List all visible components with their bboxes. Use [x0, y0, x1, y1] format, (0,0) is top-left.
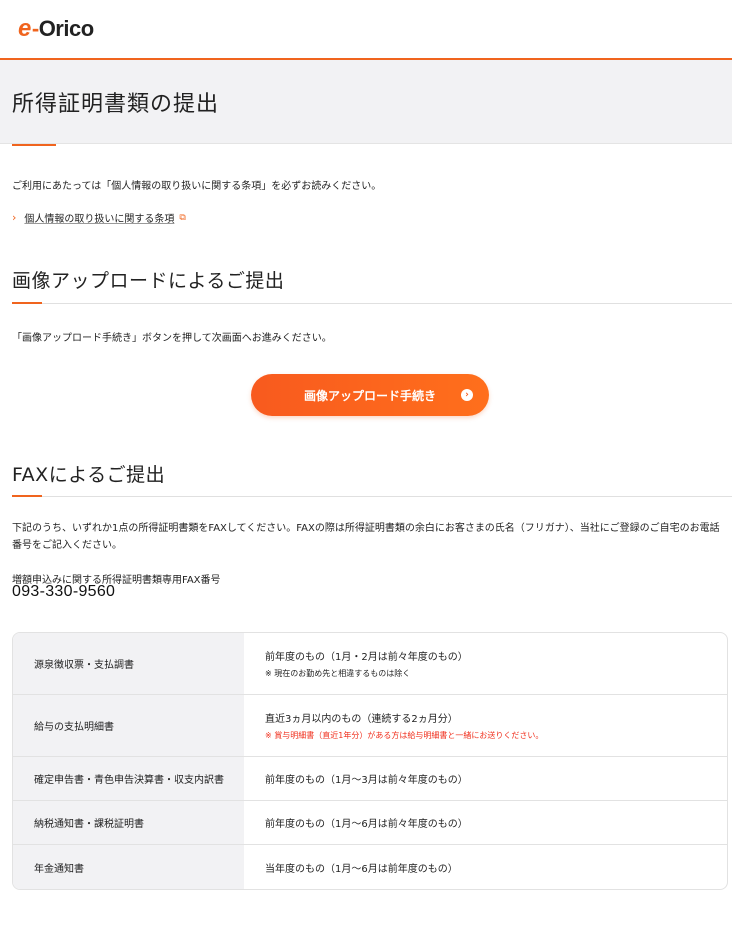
privacy-notice: ご利用にあたっては「個人情報の取り扱いに関する条項」を必ずお読みください。	[12, 181, 382, 192]
document-name: 年金通知書	[13, 845, 244, 889]
document-name: 納税通知書・課税証明書	[13, 801, 244, 844]
document-condition: 前年度のもの（1月・2月は前々年度のもの）	[265, 652, 468, 663]
table-row: 源泉徴収票・支払調書 前年度のもの（1月・2月は前々年度のもの） ※ 現在のお勤…	[13, 633, 727, 695]
upload-section-header: 画像アップロードによるご提出	[12, 266, 732, 293]
document-detail: 前年度のもの（1月・2月は前々年度のもの） ※ 現在のお勤め先と相違するものは除…	[244, 633, 727, 694]
document-condition: 前年度のもの（1月〜6月は前々年度のもの）	[265, 819, 468, 830]
document-detail: 直近3ヵ月以内のもの（連続する2ヵ月分） ※ 賞与明細書（直近1年分）がある方は…	[244, 695, 727, 756]
document-table: 源泉徴収票・支払調書 前年度のもの（1月・2月は前々年度のもの） ※ 現在のお勤…	[12, 632, 728, 890]
document-detail: 当年度のもの（1月〜6月は前年度のもの）	[244, 845, 727, 889]
upload-instruction: 「画像アップロード手続き」ボタンを押して次画面へお進みください。	[12, 333, 332, 344]
table-row: 給与の支払明細書 直近3ヵ月以内のもの（連続する2ヵ月分） ※ 賞与明細書（直近…	[13, 695, 727, 757]
upload-section-heading: 画像アップロードによるご提出	[12, 270, 285, 292]
title-accent-line	[12, 144, 56, 146]
external-link-icon: ⧉	[179, 212, 186, 223]
document-detail: 前年度のもの（1月〜6月は前々年度のもの）	[244, 801, 727, 844]
document-name: 給与の支払明細書	[13, 695, 244, 756]
fax-section-heading: FAXによるご提出	[12, 464, 166, 486]
fax-section-divider	[12, 496, 732, 497]
table-row: 確定申告書・青色申告決算書・収支内訳書 前年度のもの（1月〜3月は前々年度のもの…	[13, 757, 727, 801]
table-row: 納税通知書・課税証明書 前年度のもの（1月〜6月は前々年度のもの）	[13, 801, 727, 845]
fax-section-accent	[12, 495, 42, 497]
page-title-band: 所得証明書類の提出	[0, 60, 732, 144]
image-upload-button[interactable]: 画像アップロード手続き ›	[251, 374, 489, 416]
eorico-logo[interactable]: e - Orico	[18, 15, 94, 43]
logo-e: e	[18, 15, 31, 42]
upload-button-label: 画像アップロード手続き	[303, 388, 436, 403]
table-row: 年金通知書 当年度のもの（1月〜6月は前年度のもの）	[13, 845, 727, 889]
privacy-terms-link[interactable]: › 個人情報の取り扱いに関する条項 ⧉	[12, 210, 186, 225]
arrow-circle-right-icon: ›	[461, 389, 473, 401]
upload-section-divider	[12, 303, 732, 304]
fax-number: 093-330-9560	[12, 583, 116, 600]
site-header: e - Orico	[0, 0, 732, 60]
document-condition: 直近3ヵ月以内のもの（連続する2ヵ月分）	[265, 714, 458, 725]
privacy-link-label[interactable]: 個人情報の取り扱いに関する条項	[24, 210, 174, 225]
fax-description: 下記のうち、いずれか1点の所得証明書類をFAXしてください。FAXの際は所得証明…	[12, 523, 720, 551]
document-detail: 前年度のもの（1月〜3月は前々年度のもの）	[244, 757, 727, 800]
document-name: 源泉徴収票・支払調書	[13, 633, 244, 694]
page-title: 所得証明書類の提出	[12, 91, 220, 117]
fax-section-header: FAXによるご提出	[12, 460, 732, 487]
document-note: ※ 現在のお勤め先と相違するものは除く	[265, 669, 411, 678]
document-condition: 当年度のもの（1月〜6月は前年度のもの）	[265, 863, 458, 875]
document-note-warning: ※ 賞与明細書（直近1年分）がある方は給与明細書と一緒にお送りください。	[265, 731, 544, 740]
document-condition: 前年度のもの（1月〜3月は前々年度のもの）	[265, 775, 468, 786]
logo-text: Orico	[38, 16, 94, 41]
chevron-right-icon: ›	[12, 211, 17, 224]
document-name: 確定申告書・青色申告決算書・収支内訳書	[13, 757, 244, 800]
upload-section-accent	[12, 302, 42, 304]
logo-dash: -	[31, 16, 39, 41]
